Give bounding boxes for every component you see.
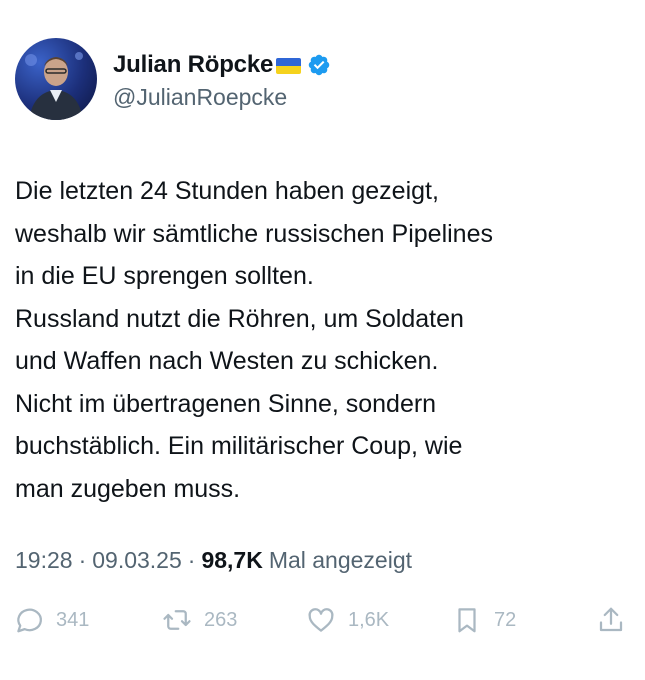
user-handle[interactable]: @JulianRoepcke bbox=[113, 84, 331, 111]
tweet-time[interactable]: 19:28 bbox=[15, 547, 73, 574]
tweet-meta: 19:28 · 09.03.25 · 98,7K Mal angezeigt bbox=[15, 547, 412, 574]
repost-button[interactable]: 263 bbox=[162, 605, 237, 635]
like-count: 1,6K bbox=[348, 608, 390, 631]
meta-separator: · bbox=[187, 547, 196, 573]
views-label: Mal angezeigt bbox=[268, 547, 413, 573]
bookmark-icon bbox=[458, 608, 476, 633]
tweet-line: Die letzten 24 Stunden haben gezeigt, bbox=[15, 177, 439, 205]
tweet-line: buchstäblich. Ein militärischer Coup, wi… bbox=[15, 432, 463, 460]
avatar[interactable] bbox=[15, 38, 97, 120]
tweet-line: man zugeben muss. bbox=[15, 474, 241, 503]
share-icon bbox=[599, 607, 623, 632]
tweet-line: Russland nutzt die Röhren, um Soldaten bbox=[15, 304, 464, 333]
share-button[interactable] bbox=[596, 605, 626, 635]
repost-icon bbox=[163, 610, 191, 630]
meta-separator: · bbox=[78, 547, 87, 573]
like-button[interactable]: 1,6K bbox=[306, 605, 389, 635]
tweet-line: und Waffen nach Westen zu schicken. bbox=[15, 347, 439, 375]
views-count: 98,7K bbox=[201, 547, 263, 573]
tweet-line: in die EU sprengen sollten. bbox=[15, 262, 314, 290]
like-icon bbox=[308, 608, 334, 632]
tweet-date[interactable]: 09.03.25 bbox=[92, 547, 182, 574]
verified-badge-icon bbox=[308, 54, 330, 75]
action-bar: 341 263 1,6K 72 bbox=[14, 605, 632, 645]
reply-icon bbox=[17, 608, 42, 633]
reply-button[interactable]: 341 bbox=[14, 605, 89, 635]
avatar-portrait bbox=[25, 52, 83, 120]
display-name[interactable]: Julian Röpcke bbox=[113, 51, 273, 79]
tweet-line: Nicht im übertragenen Sinne, sondern bbox=[15, 389, 437, 418]
bookmark-count: 72 bbox=[494, 608, 517, 631]
repost-count: 263 bbox=[204, 608, 238, 631]
tweet-header: Julian Röpcke @JulianRoepcke bbox=[15, 38, 331, 120]
tweet-text: Die letzten 24 Stunden haben gezeigt, we… bbox=[15, 170, 630, 510]
reply-count: 341 bbox=[56, 608, 90, 631]
ukraine-flag-icon bbox=[276, 58, 302, 74]
bookmark-button[interactable]: 72 bbox=[452, 605, 516, 635]
tweet-line: weshalb wir sämtliche russischen Pipelin… bbox=[15, 219, 493, 248]
